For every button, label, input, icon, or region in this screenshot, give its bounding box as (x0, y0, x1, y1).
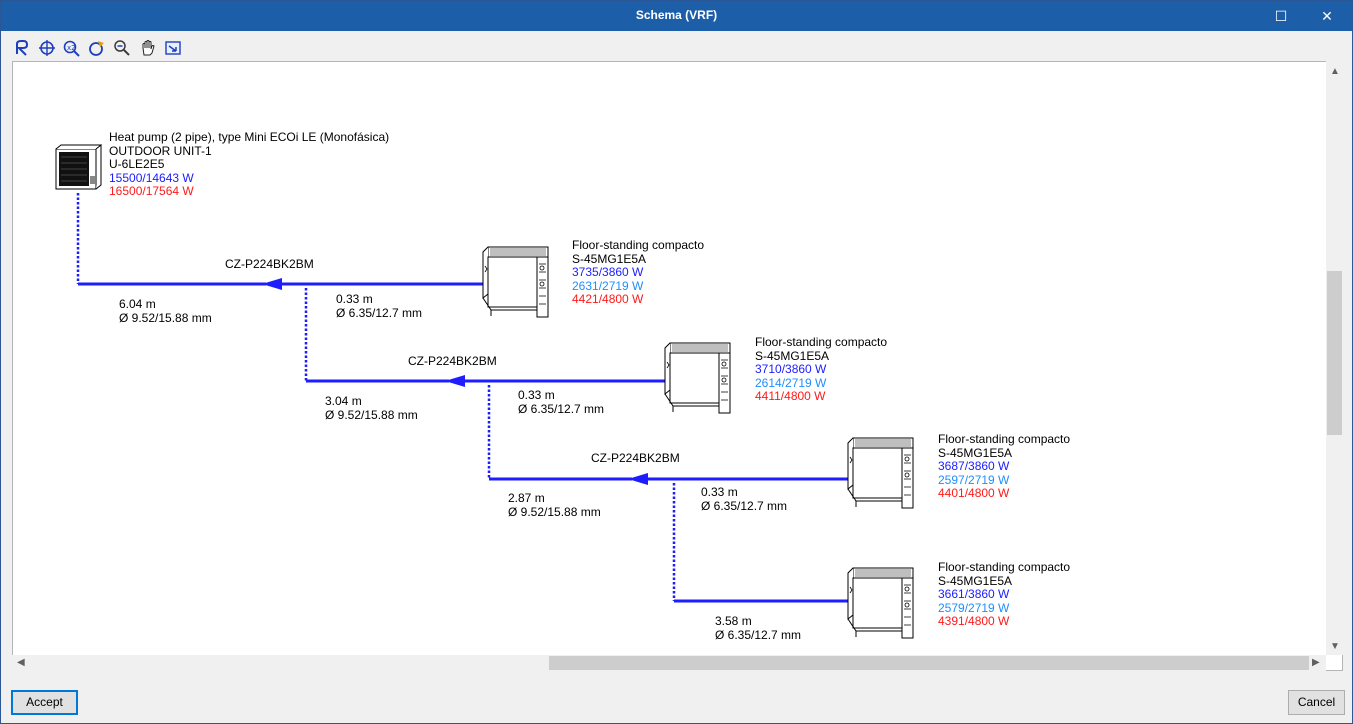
branch-label-1: CZ-P224BK2BM (225, 257, 314, 271)
branch-joint-2[interactable] (445, 375, 465, 387)
indoor-pipe-length-4: 3.58 m (715, 614, 752, 628)
indoor-sensible-3: 2597/2719 W (938, 472, 1010, 487)
scroll-right-icon[interactable]: ▶ (1312, 658, 1320, 668)
indoor-total-1: 3735/3860 W (572, 265, 644, 279)
outdoor-type: Heat pump (2 pipe), type Mini ECOi LE (M… (109, 130, 390, 144)
indoor-model-2: S-45MG1E5A (755, 348, 830, 363)
indoor-model-1: S-45MG1E5A (572, 251, 647, 266)
indoor-type-2: Floor-standing compacto (755, 335, 888, 349)
indoor-unit-icon-4[interactable] (847, 567, 914, 639)
vertical-scroll-thumb[interactable] (1327, 271, 1342, 435)
indoor-pipe-diameter-4: Ø 6.35/12.7 mm (715, 627, 802, 642)
indoor-pipe-diameter-2: Ø 6.35/12.7 mm (518, 401, 605, 416)
scroll-down-icon[interactable]: ▼ (1330, 642, 1340, 652)
indoor-heating-4: 4391/4800 W (938, 614, 1010, 628)
branch-label-3: CZ-P224BK2BM (591, 451, 680, 465)
outdoor-model: U-6LE2E5 (109, 157, 165, 171)
branch-length-3: 2.87 m (508, 491, 545, 505)
indoor-heating-2: 4411/4800 W (755, 389, 826, 403)
indoor-sensible-1: 2631/2719 W (572, 278, 644, 293)
indoor-model-3: S-45MG1E5A (938, 445, 1013, 460)
indoor-unit-icon-3[interactable] (847, 437, 914, 509)
scroll-left-icon[interactable]: ◀ (17, 658, 25, 668)
outdoor-name: OUTDOOR UNIT-1 (109, 143, 212, 158)
indoor-sensible-4: 2579/2719 W (938, 600, 1010, 615)
indoor-type-4: Floor-standing compacto (938, 560, 1071, 574)
indoor-unit-icon-1[interactable] (482, 246, 549, 318)
indoor-pipe-length-2: 0.33 m (518, 388, 555, 402)
indoor-pipe-diameter-3: Ø 6.35/12.7 mm (701, 498, 788, 513)
indoor-total-3: 3687/3860 W (938, 459, 1010, 473)
branch-diameter-1: Ø 9.52/15.88 mm (119, 310, 212, 325)
indoor-heating-3: 4401/4800 W (938, 486, 1010, 500)
branch-length-2: 3.04 m (325, 394, 362, 408)
branch-joint-3[interactable] (628, 473, 648, 485)
outdoor-heating: 16500/17564 W (109, 184, 194, 198)
horizontal-scroll-thumb[interactable] (549, 656, 1309, 670)
branch-label-2: CZ-P224BK2BM (408, 354, 497, 368)
indoor-unit-icon-2[interactable] (664, 342, 731, 414)
indoor-pipe-length-3: 0.33 m (701, 485, 738, 499)
accept-button[interactable]: Accept (11, 690, 78, 715)
indoor-total-2: 3710/3860 W (755, 362, 827, 376)
branch-diameter-3: Ø 9.52/15.88 mm (508, 504, 601, 519)
indoor-sensible-2: 2614/2719 W (755, 375, 827, 390)
branch-joint-1[interactable] (262, 278, 282, 290)
indoor-pipe-length-1: 0.33 m (336, 292, 373, 306)
outdoor-unit-icon[interactable] (55, 144, 103, 190)
indoor-type-1: Floor-standing compacto (572, 238, 705, 252)
outdoor-cooling: 15500/14643 W (109, 170, 194, 185)
pipe-network (55, 144, 914, 639)
indoor-pipe-diameter-1: Ø 6.35/12.7 mm (336, 305, 423, 320)
schema-window: Schema (VRF) ☐ ✕ x2 Heat pump (2 pipe), … (0, 0, 1353, 724)
indoor-type-3: Floor-standing compacto (938, 432, 1071, 446)
scroll-up-icon[interactable]: ▲ (1330, 67, 1340, 77)
branch-length-1: 6.04 m (119, 297, 156, 311)
branch-diameter-2: Ø 9.52/15.88 mm (325, 407, 418, 422)
indoor-model-4: S-45MG1E5A (938, 573, 1013, 588)
indoor-total-4: 3661/3860 W (938, 587, 1010, 601)
indoor-heating-1: 4421/4800 W (572, 292, 644, 306)
cancel-button[interactable]: Cancel (1288, 690, 1345, 715)
